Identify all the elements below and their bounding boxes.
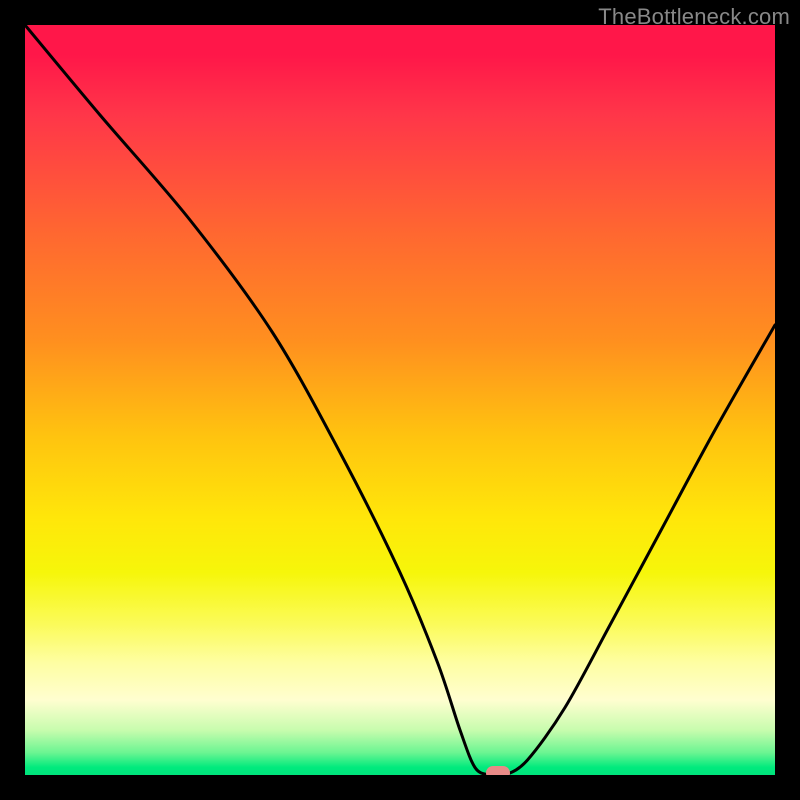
chart-frame: TheBottleneck.com [0, 0, 800, 800]
watermark-text: TheBottleneck.com [598, 4, 790, 30]
plot-area [25, 25, 775, 775]
bottleneck-curve [25, 25, 775, 775]
optimal-marker [486, 766, 510, 775]
